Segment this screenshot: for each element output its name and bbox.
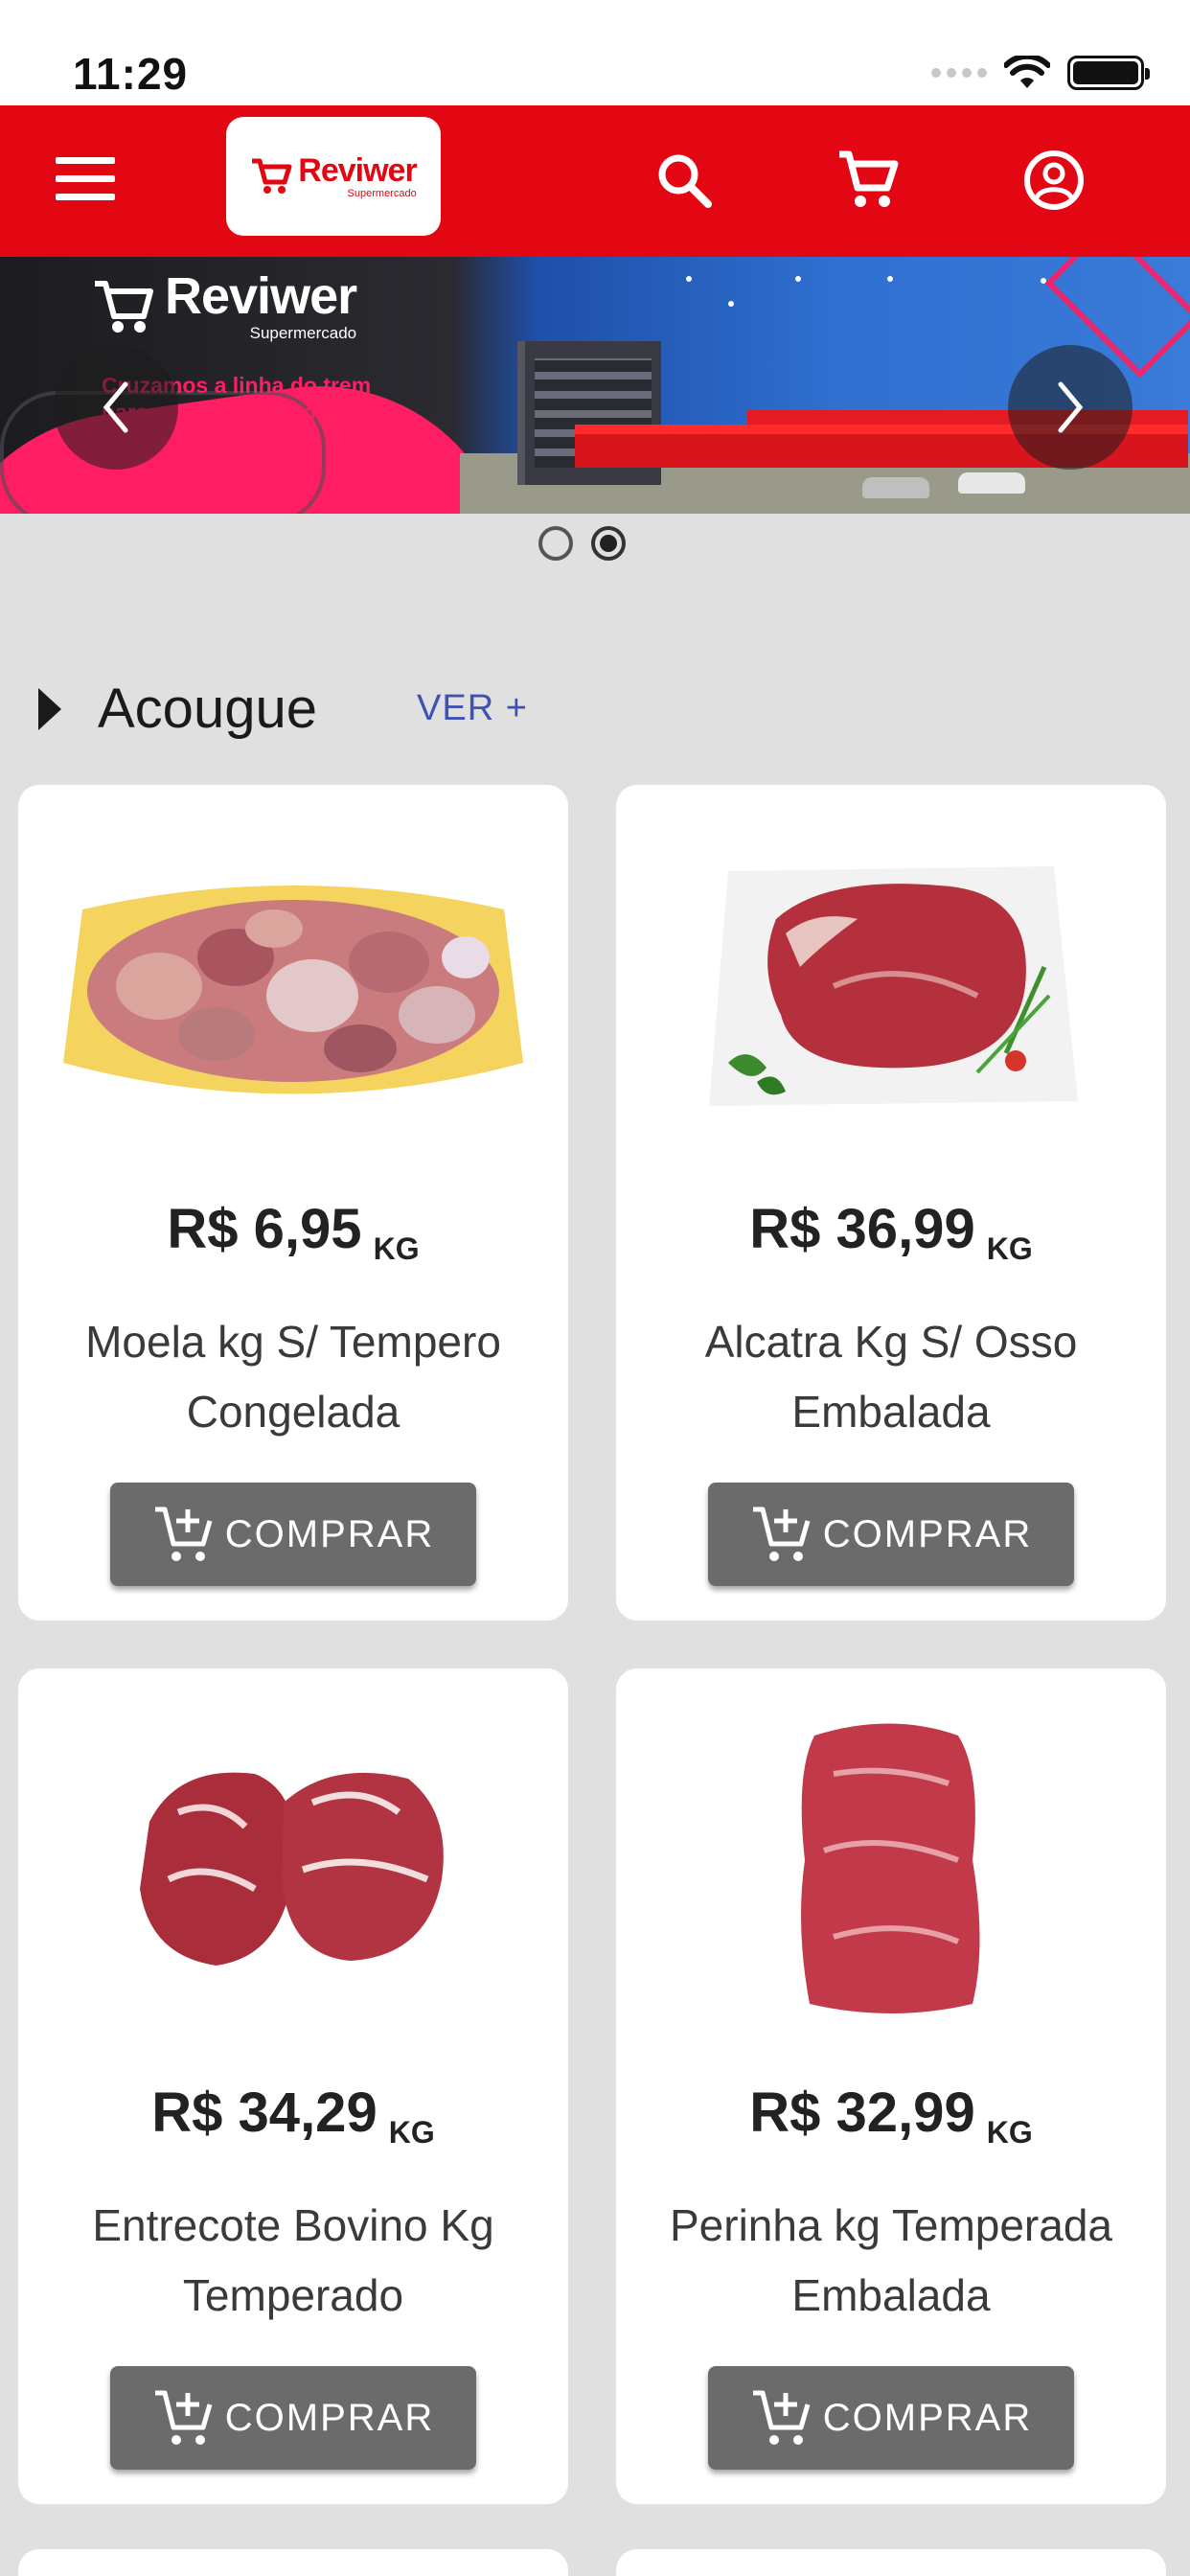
promo-banner[interactable]: Reviwer Supermercado Cruzamos a linha do…: [0, 257, 1190, 514]
cart-icon[interactable]: [830, 142, 906, 218]
product-name[interactable]: Moela kg S/ Tempero Congelada: [47, 1307, 539, 1447]
product-name[interactable]: Perinha kg Temperada Embalada: [645, 2191, 1137, 2331]
product-card[interactable]: R$ 36,99 KG Alcatra Kg S/ Osso Embalada …: [616, 785, 1166, 1621]
product-image[interactable]: [616, 842, 1166, 1130]
price-row: R$ 36,99 KG: [616, 1197, 1166, 1266]
account-icon[interactable]: [1016, 142, 1092, 218]
buy-button-label: COMPRAR: [822, 1512, 1033, 1555]
product-card-peek[interactable]: [18, 2549, 568, 2576]
search-icon[interactable]: [646, 142, 722, 218]
expand-triangle-icon[interactable]: [38, 688, 61, 730]
buy-button[interactable]: COMPRAR: [708, 1483, 1074, 1586]
product-price: R$ 34,29: [151, 2082, 378, 2144]
buy-button[interactable]: COMPRAR: [708, 2366, 1074, 2470]
chevron-right-icon: [1058, 381, 1084, 433]
product-price: R$ 6,95: [167, 1198, 362, 1260]
carousel-dot-1[interactable]: [538, 526, 573, 561]
product-image[interactable]: [18, 1726, 568, 2013]
buy-button[interactable]: COMPRAR: [110, 2366, 476, 2470]
product-name[interactable]: Alcatra Kg S/ Osso Embalada: [645, 1307, 1137, 1447]
wifi-icon: [1004, 56, 1050, 88]
add-to-cart-icon: [154, 2390, 213, 2445]
status-time: 11:29: [73, 49, 189, 99]
carousel-dot-2[interactable]: [591, 526, 626, 561]
add-to-cart-icon: [154, 1506, 213, 1561]
battery-icon: [1067, 56, 1150, 90]
price-row: R$ 32,99 KG: [616, 2081, 1166, 2150]
price-unit: KG: [986, 1231, 1033, 1266]
product-name[interactable]: Entrecote Bovino Kg Temperado: [47, 2191, 539, 2331]
buy-button[interactable]: COMPRAR: [110, 1483, 476, 1586]
signal-icon: [931, 68, 987, 78]
buy-button-label: COMPRAR: [224, 2396, 435, 2439]
product-card[interactable]: R$ 32,99 KG Perinha kg Temperada Embalad…: [616, 1668, 1166, 2504]
chevron-left-icon: [103, 381, 128, 433]
buy-button-label: COMPRAR: [822, 2396, 1033, 2439]
product-image[interactable]: [616, 1723, 1166, 2013]
banner-brand: Reviwer Supermercado: [92, 267, 357, 343]
add-to-cart-icon: [752, 1506, 811, 1561]
product-image[interactable]: [18, 842, 568, 1130]
price-unit: KG: [388, 2115, 435, 2150]
price-unit: KG: [986, 2115, 1033, 2150]
logo[interactable]: Reviwer Supermercado: [226, 117, 441, 236]
product-card[interactable]: R$ 34,29 KG Entrecote Bovino Kg Temperad…: [18, 1668, 568, 2504]
buy-button-label: COMPRAR: [224, 1512, 435, 1555]
price-unit: KG: [373, 1231, 420, 1266]
price-row: R$ 34,29 KG: [18, 2081, 568, 2150]
carousel-next-button[interactable]: [1008, 345, 1133, 470]
banner-cart-icon: [95, 281, 153, 333]
carousel-indicator: [538, 526, 626, 561]
section-header: Acougue VER +: [0, 671, 1190, 748]
logo-cart-icon: [252, 158, 292, 194]
product-price: R$ 32,99: [749, 2082, 975, 2144]
section-title: Acougue: [98, 678, 317, 740]
logo-name: Reviwer: [298, 151, 417, 189]
app-header: Reviwer Supermercado: [0, 105, 1190, 257]
product-card-peek[interactable]: [616, 2549, 1166, 2576]
price-row: R$ 6,95 KG: [18, 1197, 568, 1266]
add-to-cart-icon: [752, 2390, 811, 2445]
menu-icon[interactable]: [56, 157, 115, 205]
status-icons: [931, 56, 1150, 90]
banner-brand-subtitle: Supermercado: [249, 324, 357, 342]
status-bar: 11:29: [0, 0, 1190, 105]
banner-brand-name: Reviwer: [165, 267, 357, 325]
product-price: R$ 36,99: [749, 1198, 975, 1260]
see-more-link[interactable]: VER +: [417, 688, 528, 729]
logo-subtitle: Supermercado: [347, 187, 417, 199]
carousel-prev-button[interactable]: [54, 345, 178, 470]
product-card[interactable]: R$ 6,95 KG Moela kg S/ Tempero Congelada…: [18, 785, 568, 1621]
